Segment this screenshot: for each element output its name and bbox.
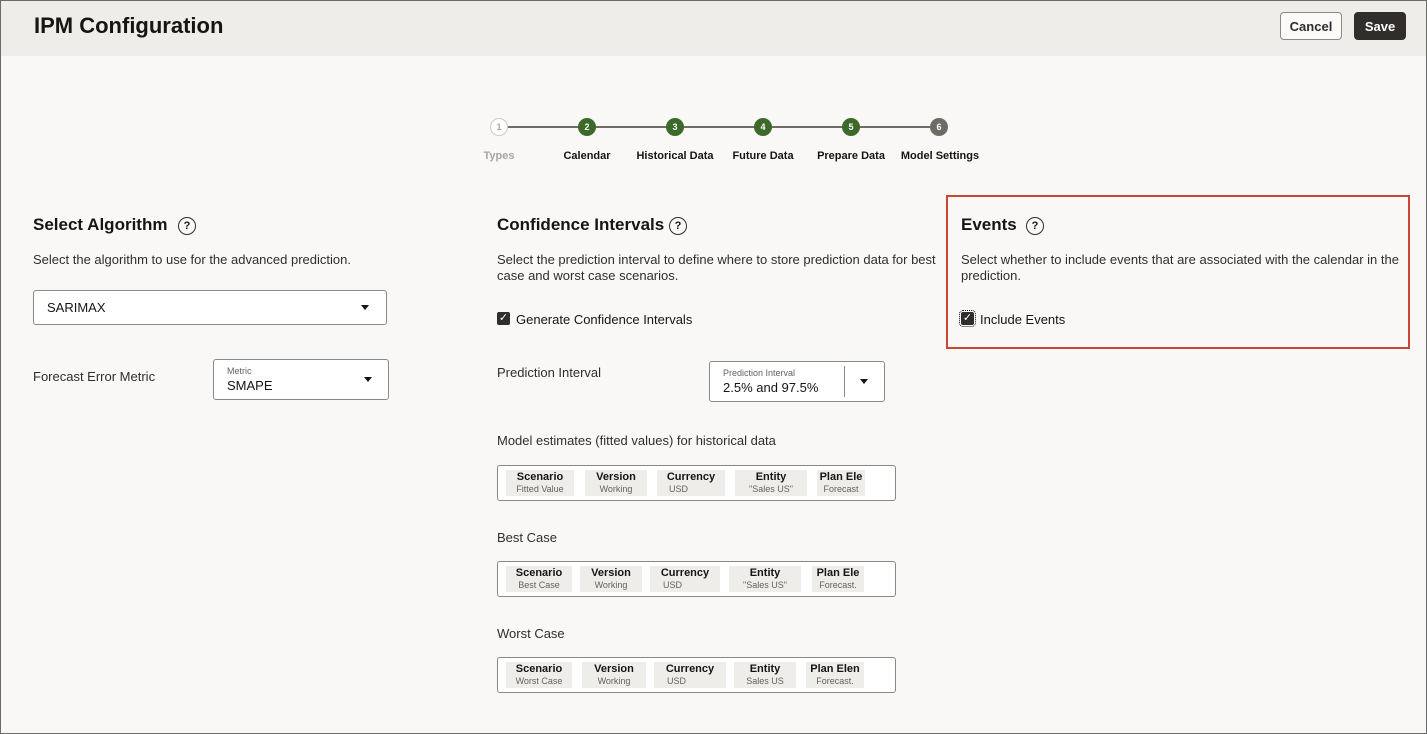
step-5-label[interactable]: Prepare Data — [817, 150, 885, 162]
pov-chip-entity[interactable]: Entity "Sales US" — [735, 470, 807, 496]
pov-member: Best Case — [518, 580, 560, 590]
step-4-circle[interactable]: 4 — [754, 118, 772, 136]
pov-member: Working — [597, 676, 631, 686]
pov-member: Fitted Value — [516, 484, 564, 494]
fitted-pov-bar[interactable]: Scenario Fitted Value Version Working Cu… — [497, 465, 896, 501]
pov-member: "Sales US" — [743, 580, 787, 590]
pov-dimension: Plan Ele — [819, 471, 863, 483]
events-description-line1: Select whether to include events that ar… — [961, 252, 1399, 267]
pov-dimension: Entity — [755, 471, 787, 483]
pov-chip-version[interactable]: Version Working — [585, 470, 647, 496]
pov-chip-currency[interactable]: Currency USD — [657, 470, 725, 496]
chevron-down-icon — [860, 379, 868, 384]
pov-member: Worst Case — [515, 676, 563, 686]
pov-dimension: Scenario — [515, 663, 563, 675]
pov-member: Forecast. — [819, 580, 857, 590]
algorithm-help-icon[interactable]: ? — [178, 217, 196, 235]
pov-member: Sales US — [746, 676, 784, 686]
best-case-pov-bar[interactable]: Scenario Best Case Version Working Curre… — [497, 561, 896, 597]
fitted-values-label: Model estimates (fitted values) for hist… — [497, 433, 776, 448]
chevron-down-icon — [361, 305, 369, 310]
prediction-interval-select[interactable]: Prediction Interval 2.5% and 97.5% — [709, 361, 885, 402]
prediction-interval-label: Prediction Interval — [497, 365, 602, 380]
pov-chip-entity[interactable]: Entity "Sales US" — [729, 566, 801, 592]
metric-field-label: Metric — [227, 366, 252, 376]
events-title: Events — [961, 215, 1017, 234]
prediction-interval-field-label: Prediction Interval — [723, 368, 796, 378]
step-2-label[interactable]: Calendar — [563, 150, 610, 162]
pov-dimension: Entity — [749, 663, 781, 675]
confidence-title: Confidence Intervals — [497, 215, 665, 234]
best-case-label: Best Case — [497, 530, 557, 545]
step-1-label[interactable]: Types — [484, 150, 515, 162]
pov-chip-scenario[interactable]: Scenario Fitted Value — [506, 470, 574, 496]
include-events-label[interactable]: Include Events — [980, 312, 1065, 327]
prediction-interval-value: 2.5% and 97.5% — [723, 380, 819, 395]
pov-member: USD — [669, 484, 689, 494]
generate-intervals-label[interactable]: Generate Confidence Intervals — [516, 312, 692, 327]
pov-chip-currency[interactable]: Currency USD — [650, 566, 720, 592]
algorithm-select-value: SARIMAX — [47, 300, 106, 315]
events-description-line2: prediction. — [961, 268, 1021, 283]
pov-member: USD — [667, 676, 687, 686]
pov-dimension: Scenario — [515, 567, 563, 579]
worst-case-pov-bar[interactable]: Scenario Worst Case Version Working Curr… — [497, 657, 896, 693]
confidence-description-line2: case and worst case scenarios. — [497, 268, 679, 283]
step-5-circle[interactable]: 5 — [842, 118, 860, 136]
chevron-down-icon — [364, 377, 372, 382]
pov-dimension: Currency — [666, 471, 716, 483]
generate-intervals-checkbox[interactable]: ✓ — [497, 312, 510, 325]
pov-chip-plan-element[interactable]: Plan Elen Forecast. — [806, 662, 864, 688]
pov-dimension: Entity — [749, 567, 781, 579]
pov-member: Forecast — [823, 484, 859, 494]
pov-member: USD — [663, 580, 683, 590]
pov-chip-plan-element[interactable]: Plan Ele Forecast — [817, 470, 865, 496]
pov-dimension: Version — [596, 471, 636, 483]
step-3-circle[interactable]: 3 — [666, 118, 684, 136]
pov-member: Working — [599, 484, 633, 494]
step-6-label[interactable]: Model Settings — [901, 150, 979, 162]
pov-chip-scenario[interactable]: Scenario Worst Case — [506, 662, 572, 688]
page-title: IPM Configuration — [34, 13, 224, 38]
save-button[interactable]: Save — [1354, 12, 1406, 40]
pov-dimension: Version — [591, 567, 631, 579]
pov-chip-entity[interactable]: Entity Sales US — [734, 662, 796, 688]
pov-member: "Sales US" — [749, 484, 793, 494]
select-divider — [844, 366, 845, 397]
confidence-help-icon[interactable]: ? — [669, 217, 687, 235]
algorithm-description: Select the algorithm to use for the adva… — [33, 252, 351, 267]
pov-dimension: Plan Elen — [810, 663, 860, 675]
events-help-icon[interactable]: ? — [1026, 217, 1044, 235]
pov-chip-scenario[interactable]: Scenario Best Case — [506, 566, 572, 592]
pov-dimension: Plan Ele — [816, 567, 860, 579]
page-header: IPM Configuration — [1, 1, 1426, 56]
pov-dimension: Scenario — [516, 471, 564, 483]
pov-member: Working — [594, 580, 628, 590]
worst-case-label: Worst Case — [497, 626, 565, 641]
algorithm-title: Select Algorithm — [33, 215, 168, 234]
pov-chip-version[interactable]: Version Working — [582, 662, 646, 688]
step-2-circle[interactable]: 2 — [578, 118, 596, 136]
step-3-label[interactable]: Historical Data — [636, 150, 713, 162]
cancel-button[interactable]: Cancel — [1280, 12, 1342, 40]
step-6-circle[interactable]: 6 — [930, 118, 948, 136]
pov-dimension: Version — [594, 663, 634, 675]
include-events-checkbox[interactable]: ✓ — [959, 310, 976, 327]
algorithm-select[interactable]: SARIMAX — [33, 290, 387, 325]
pov-chip-version[interactable]: Version Working — [580, 566, 642, 592]
pov-member: Forecast. — [816, 676, 854, 686]
metric-select-value: SMAPE — [227, 378, 273, 393]
error-metric-label: Forecast Error Metric — [33, 369, 156, 384]
stepper-track — [508, 126, 940, 128]
metric-select[interactable]: Metric SMAPE — [213, 359, 389, 400]
pov-dimension: Currency — [660, 567, 710, 579]
step-1-circle[interactable]: 1 — [490, 118, 508, 136]
pov-chip-plan-element[interactable]: Plan Ele Forecast. — [812, 566, 864, 592]
step-4-label[interactable]: Future Data — [732, 150, 793, 162]
pov-chip-currency[interactable]: Currency USD — [654, 662, 726, 688]
confidence-description-line1: Select the prediction interval to define… — [497, 252, 936, 267]
pov-dimension: Currency — [665, 663, 715, 675]
